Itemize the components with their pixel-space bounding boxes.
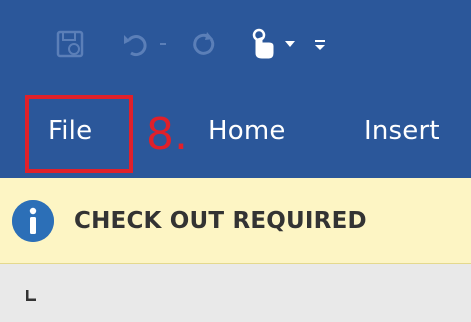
redo-icon[interactable]: [186, 26, 222, 62]
undo-icon[interactable]: [118, 26, 154, 62]
word-window: File Home Insert 8. CHECK OUT REQUIRED: [0, 0, 471, 322]
step-number: 8.: [146, 108, 188, 160]
quick-access-toolbar: [0, 0, 471, 84]
info-icon: [12, 200, 54, 242]
touch-mode-icon[interactable]: [244, 26, 280, 62]
left-tab-stop-icon[interactable]: [24, 288, 38, 302]
customize-qat-icon[interactable]: [310, 26, 330, 62]
touch-mode-dropdown-icon[interactable]: [282, 26, 298, 62]
tab-insert[interactable]: Insert: [364, 84, 440, 178]
tab-home[interactable]: Home: [208, 84, 286, 178]
undo-dropdown-icon[interactable]: [156, 26, 170, 62]
ruler-area: [0, 264, 471, 322]
message-bar-text: CHECK OUT REQUIRED: [74, 208, 367, 234]
file-tab-highlight: [25, 95, 133, 173]
save-icon[interactable]: [50, 26, 90, 62]
